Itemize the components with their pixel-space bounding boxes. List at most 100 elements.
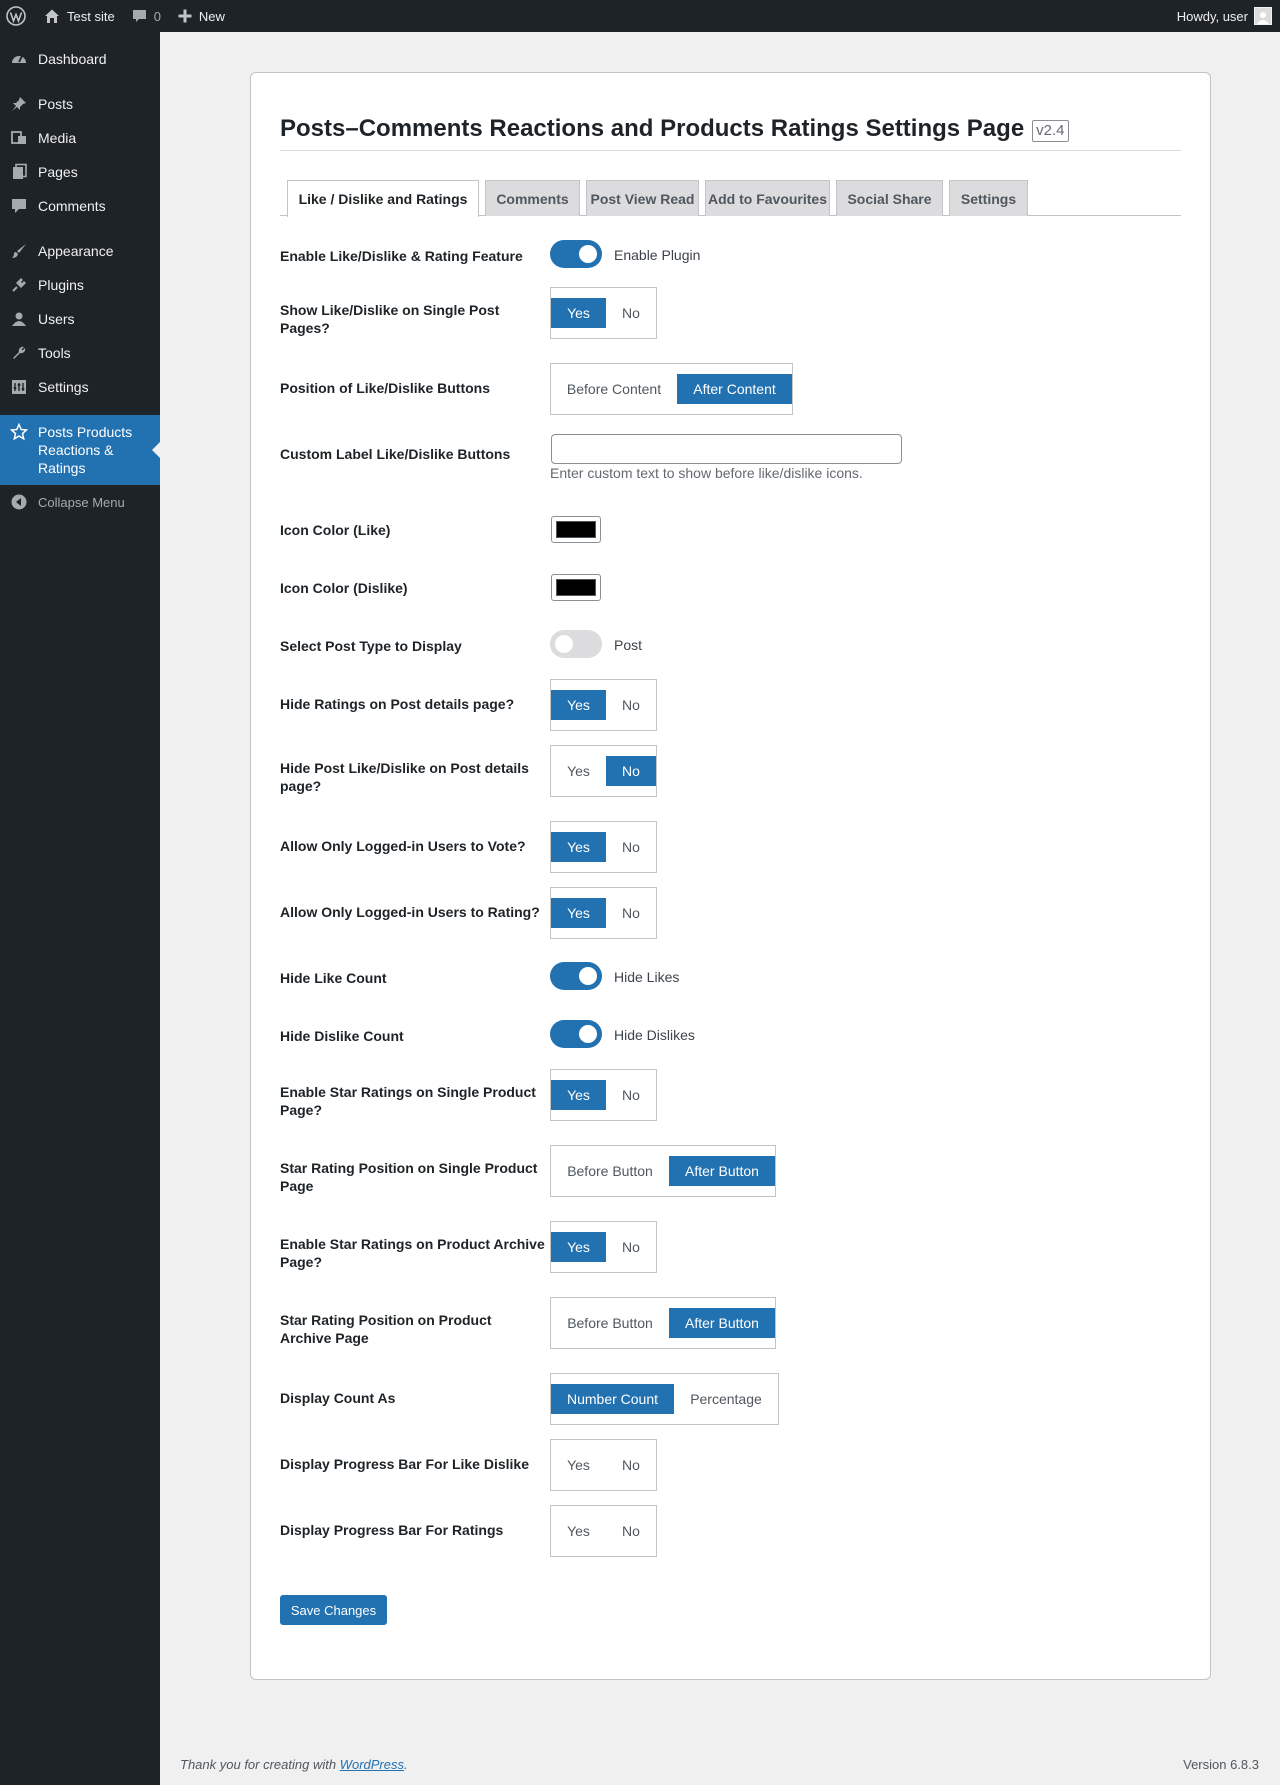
toggle-label: Hide Dislikes [614, 1027, 695, 1043]
show-single-segment: Yes No [550, 287, 657, 339]
collapse-arrow-icon [10, 493, 28, 511]
option-no[interactable]: No [606, 690, 656, 720]
option-yes[interactable]: Yes [551, 832, 606, 862]
option-yes[interactable]: Yes [551, 1450, 606, 1480]
option-yes[interactable]: Yes [551, 1232, 606, 1262]
setting-label: Allow Only Logged-in Users to Rating? [280, 904, 540, 920]
site-name-link[interactable]: Test site [35, 0, 123, 32]
sidebar-item-tools[interactable]: Tools [0, 336, 160, 370]
custom-label-input[interactable] [551, 434, 902, 464]
setting-label: Show Like/Dislike on Single Post Pages? [280, 302, 500, 336]
option-before-content[interactable]: Before Content [551, 374, 677, 404]
sidebar-item-posts[interactable]: Posts [0, 87, 160, 121]
option-no[interactable]: No [606, 756, 656, 786]
sidebar-item-pages[interactable]: Pages [0, 155, 160, 189]
option-yes[interactable]: Yes [551, 1516, 606, 1546]
tab-settings[interactable]: Settings [949, 180, 1028, 216]
save-changes-button[interactable]: Save Changes [280, 1595, 387, 1625]
enable-plugin-toggle[interactable] [550, 240, 602, 268]
sidebar-item-label: Appearance [38, 243, 114, 259]
tab-like-dislike-ratings[interactable]: Like / Dislike and Ratings [287, 180, 479, 217]
like-color-picker[interactable] [551, 516, 601, 543]
user-icon [10, 310, 28, 328]
footer-thanks-suffix: . [404, 1757, 408, 1772]
hide-dislikes-toggle[interactable] [550, 1020, 602, 1048]
sidebar-item-comments[interactable]: Comments [0, 189, 160, 223]
hide-like-dislike-segment: Yes No [550, 745, 657, 797]
sidebar-item-label: Comments [38, 198, 106, 214]
option-before-button[interactable]: Before Button [551, 1308, 669, 1338]
option-number-count[interactable]: Number Count [551, 1384, 674, 1414]
howdy-text: Howdy, user [1176, 8, 1248, 24]
sidebar-item-label: Posts Products Reactions & Ratings [38, 424, 133, 476]
setting-label: Hide Dislike Count [280, 1028, 404, 1044]
sidebar-item-media[interactable]: Media [0, 121, 160, 155]
comments-link[interactable]: 0 [123, 0, 169, 32]
position-buttons-segment: Before Content After Content [550, 363, 793, 415]
footer-version: Version 6.8.3 [1183, 1757, 1259, 1772]
settings-icon [10, 378, 28, 396]
tab-post-view-read[interactable]: Post View Read [586, 180, 699, 216]
option-after-content[interactable]: After Content [677, 374, 792, 404]
option-before-button[interactable]: Before Button [551, 1156, 669, 1186]
display-count-segment: Number Count Percentage [550, 1373, 779, 1425]
option-no[interactable]: No [606, 1080, 656, 1110]
sidebar-item-appearance[interactable]: Appearance [0, 234, 160, 268]
site-name: Test site [67, 8, 115, 24]
star-archive-segment: Yes No [550, 1221, 657, 1273]
option-yes[interactable]: Yes [551, 756, 606, 786]
sidebar-item-label: Users [38, 311, 75, 327]
star-single-position-segment: Before Button After Button [550, 1145, 776, 1197]
option-yes[interactable]: Yes [551, 898, 606, 928]
wordpress-link[interactable]: WordPress [340, 1757, 404, 1772]
option-percentage[interactable]: Percentage [674, 1384, 778, 1414]
toggle-label: Hide Likes [614, 969, 680, 985]
new-content-link[interactable]: New [169, 0, 233, 32]
avatar [1254, 7, 1272, 25]
sidebar-item-label: Pages [38, 164, 78, 180]
hide-likes-toggle[interactable] [550, 962, 602, 990]
sidebar-item-dashboard[interactable]: Dashboard [0, 42, 160, 76]
toggle-label: Enable Plugin [614, 247, 701, 263]
option-yes[interactable]: Yes [551, 1080, 606, 1110]
setting-label: Icon Color (Like) [280, 522, 391, 538]
sidebar-item-plugins[interactable]: Plugins [0, 268, 160, 302]
toggle-knob [579, 245, 597, 263]
option-no[interactable]: No [606, 898, 656, 928]
tab-add-to-favourites[interactable]: Add to Favourites [705, 180, 830, 216]
version-badge: v2.4 [1032, 120, 1069, 142]
option-no[interactable]: No [606, 832, 656, 862]
option-yes[interactable]: Yes [551, 298, 606, 328]
comment-icon [10, 197, 28, 215]
tab-comments[interactable]: Comments [485, 180, 580, 216]
option-no[interactable]: No [606, 298, 656, 328]
sidebar-item-label: Plugins [38, 277, 84, 293]
setting-label: Hide Ratings on Post details page? [280, 696, 515, 712]
option-yes[interactable]: Yes [551, 690, 606, 720]
wordpress-logo-icon[interactable] [0, 0, 35, 32]
dislike-color-picker[interactable] [551, 574, 601, 601]
toggle-knob [579, 1025, 597, 1043]
option-no[interactable]: No [606, 1516, 656, 1546]
star-archive-position-segment: Before Button After Button [550, 1297, 776, 1349]
sidebar-item-users[interactable]: Users [0, 302, 160, 336]
sidebar-item-settings[interactable]: Settings [0, 370, 160, 404]
setting-label: Select Post Type to Display [280, 638, 462, 654]
option-no[interactable]: No [606, 1450, 656, 1480]
option-after-button[interactable]: After Button [669, 1156, 775, 1186]
star-single-segment: Yes No [550, 1069, 657, 1121]
sidebar-item-posts-products-reactions[interactable]: Posts Products Reactions & Ratings [0, 415, 160, 485]
post-type-toggle[interactable] [550, 630, 602, 658]
help-text: Enter custom text to show before like/di… [550, 465, 863, 481]
option-no[interactable]: No [606, 1232, 656, 1262]
user-account-menu[interactable]: Howdy, user [1169, 0, 1280, 32]
sidebar-item-label: Tools [38, 345, 71, 361]
collapse-menu-button[interactable]: Collapse Menu [0, 485, 160, 519]
tab-social-share[interactable]: Social Share [836, 180, 943, 216]
comments-count: 0 [153, 8, 161, 24]
sidebar-item-label: Media [38, 130, 77, 146]
sidebar-item-label: Settings [38, 379, 89, 395]
pages-icon [10, 163, 28, 181]
sidebar-item-label: Dashboard [38, 51, 107, 67]
option-after-button[interactable]: After Button [669, 1308, 775, 1338]
